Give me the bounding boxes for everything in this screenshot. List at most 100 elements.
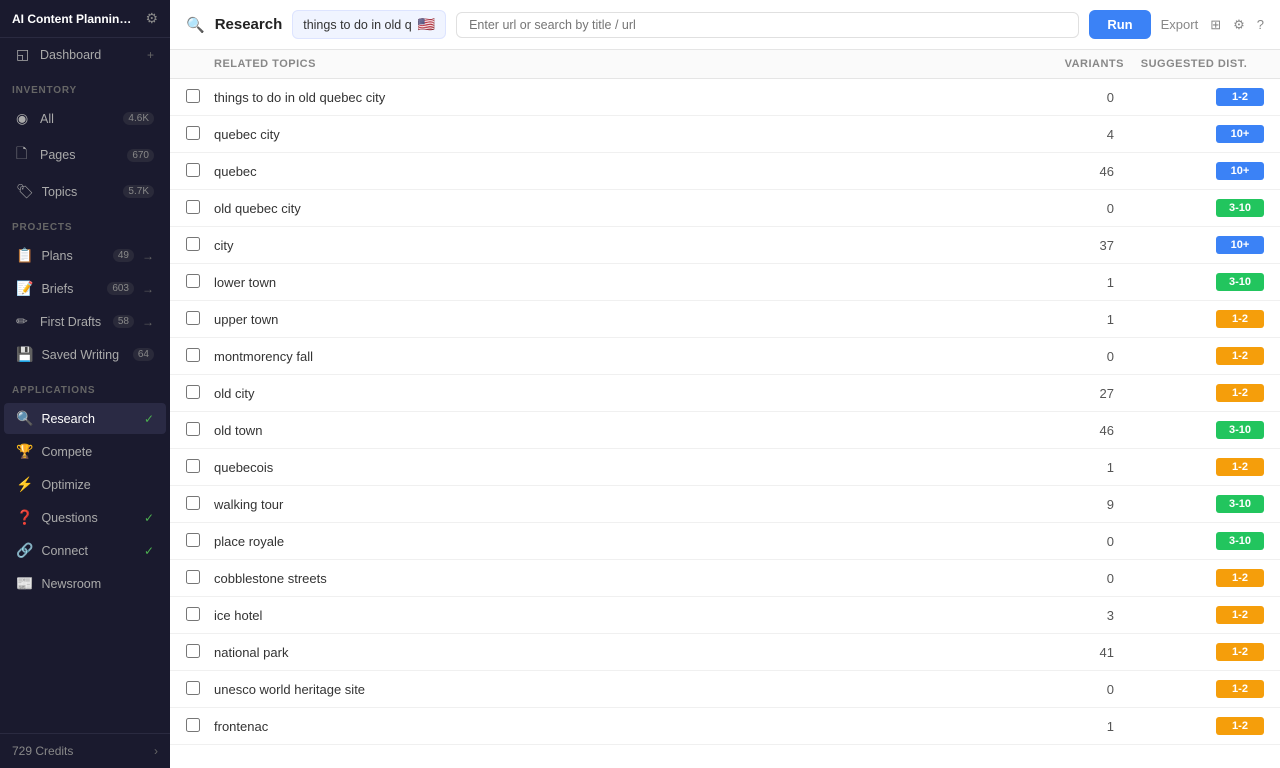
row-checkbox-8[interactable] [186,385,200,399]
help-icon[interactable]: ? [1257,17,1264,32]
row-topic-label: lower town [214,275,1024,290]
savedwriting-icon: 💾 [16,346,33,363]
check-icon: ✓ [144,511,154,525]
row-checkbox-6[interactable] [186,311,200,325]
row-checkbox-3[interactable] [186,200,200,214]
row-checkbox-0[interactable] [186,89,200,103]
sidebar-item-questions[interactable]: ❓ Questions ✓ [4,502,166,533]
row-dist-badge: 1-2 [1124,643,1264,661]
sidebar-item-briefs[interactable]: 📝 Briefs 603 → [4,273,166,304]
dist-value: 3-10 [1216,199,1264,217]
row-checkbox-7[interactable] [186,348,200,362]
row-topic-label: place royale [214,534,1024,549]
sidebar-item-label: All [40,112,115,126]
sidebar-item-label: Pages [40,148,119,162]
table-row: city 37 10+ [170,227,1280,264]
url-search-input[interactable] [456,12,1079,38]
row-variants-count: 0 [1024,682,1124,697]
sidebar-item-savedwriting[interactable]: 💾 Saved Writing 64 [4,339,166,370]
sidebar-item-pages[interactable]: 🗋 Pages 670 [4,136,166,174]
sidebar-item-all[interactable]: ◉ All 4.6K [4,103,166,134]
row-topic-label: city [214,238,1024,253]
row-checkbox-11[interactable] [186,496,200,510]
col-suggested-header: SUGGESTED DIST. [1124,58,1264,70]
sidebar-item-optimize[interactable]: ⚡ Optimize [4,469,166,500]
briefs-icon: 📝 [16,280,33,297]
add-icon[interactable]: + [147,48,154,62]
gear-icon[interactable]: ⚙ [145,10,158,27]
row-variants-count: 0 [1024,534,1124,549]
settings-icon[interactable]: ⚙ [1233,17,1245,33]
row-variants-count: 27 [1024,386,1124,401]
arrow-icon: → [142,282,154,296]
row-dist-badge: 3-10 [1124,199,1264,217]
sidebar-item-dashboard[interactable]: ◱ Dashboard + [4,39,166,70]
row-checkbox-9[interactable] [186,422,200,436]
table-row: lower town 1 3-10 [170,264,1280,301]
footer-arrow-icon: › [154,744,158,758]
dist-value: 3-10 [1216,421,1264,439]
applications-section-label: APPLICATIONS [0,371,170,402]
sidebar-item-firstdrafts[interactable]: ✏ First Drafts 58 → [4,306,166,337]
row-checkbox-5[interactable] [186,274,200,288]
row-topic-label: walking tour [214,497,1024,512]
row-checkbox-17[interactable] [186,718,200,732]
col-topic-header: RELATED TOPICS [214,58,1024,70]
sidebar-item-compete[interactable]: 🏆 Compete [4,436,166,467]
dist-value: 3-10 [1216,532,1264,550]
credits-footer[interactable]: 729 Credits › [0,733,170,768]
row-dist-badge: 1-2 [1124,88,1264,106]
row-variants-count: 46 [1024,164,1124,179]
row-checkbox-4[interactable] [186,237,200,251]
topbar-right-actions: Export ⊞ ⚙ ? [1161,17,1264,33]
row-dist-badge: 10+ [1124,236,1264,254]
row-checkbox-1[interactable] [186,126,200,140]
row-checkbox-15[interactable] [186,644,200,658]
sidebar-item-plans[interactable]: 📋 Plans 49 → [4,240,166,271]
row-dist-badge: 1-2 [1124,384,1264,402]
row-checkbox-10[interactable] [186,459,200,473]
check-icon: ✓ [144,544,154,558]
arrow-icon: → [142,249,154,263]
dist-value: 1-2 [1216,384,1264,402]
newsroom-icon: 📰 [16,575,33,592]
credits-text: 729 Credits [12,744,73,758]
dist-value: 3-10 [1216,495,1264,513]
dashboard-icon: ◱ [16,46,32,63]
row-variants-count: 0 [1024,571,1124,586]
query-chip[interactable]: things to do in old q 🇺🇸 [292,10,446,39]
row-variants-count: 0 [1024,201,1124,216]
query-text: things to do in old q [303,18,411,32]
row-variants-count: 0 [1024,90,1124,105]
table-view-icon[interactable]: ⊞ [1210,17,1221,33]
sidebar-item-research[interactable]: 🔍 Research ✓ [4,403,166,434]
row-checkbox-12[interactable] [186,533,200,547]
export-label[interactable]: Export [1161,17,1199,32]
sidebar-item-label: Questions [41,511,136,525]
sidebar-item-newsroom[interactable]: 📰 Newsroom [4,568,166,599]
table-row: quebec 46 10+ [170,153,1280,190]
row-topic-label: quebec [214,164,1024,179]
sidebar-item-label: Research [41,412,136,426]
compete-icon: 🏆 [16,443,33,460]
row-topic-label: old quebec city [214,201,1024,216]
sidebar-item-connect[interactable]: 🔗 Connect ✓ [4,535,166,566]
dist-value: 1-2 [1216,569,1264,587]
row-checkbox-2[interactable] [186,163,200,177]
arrow-icon: → [142,315,154,329]
row-dist-badge: 1-2 [1124,347,1264,365]
dist-value: 1-2 [1216,717,1264,735]
dist-value: 10+ [1216,125,1264,143]
row-checkbox-16[interactable] [186,681,200,695]
row-topic-label: things to do in old quebec city [214,90,1024,105]
table-row: walking tour 9 3-10 [170,486,1280,523]
dist-value: 1-2 [1216,88,1264,106]
sidebar-item-topics[interactable]: 🏷 Topics 5.7K [4,176,166,207]
row-checkbox-13[interactable] [186,570,200,584]
run-button[interactable]: Run [1089,10,1150,39]
row-topic-label: national park [214,645,1024,660]
savedwriting-badge: 64 [133,348,154,361]
check-icon: ✓ [144,412,154,426]
row-topic-label: old city [214,386,1024,401]
row-checkbox-14[interactable] [186,607,200,621]
